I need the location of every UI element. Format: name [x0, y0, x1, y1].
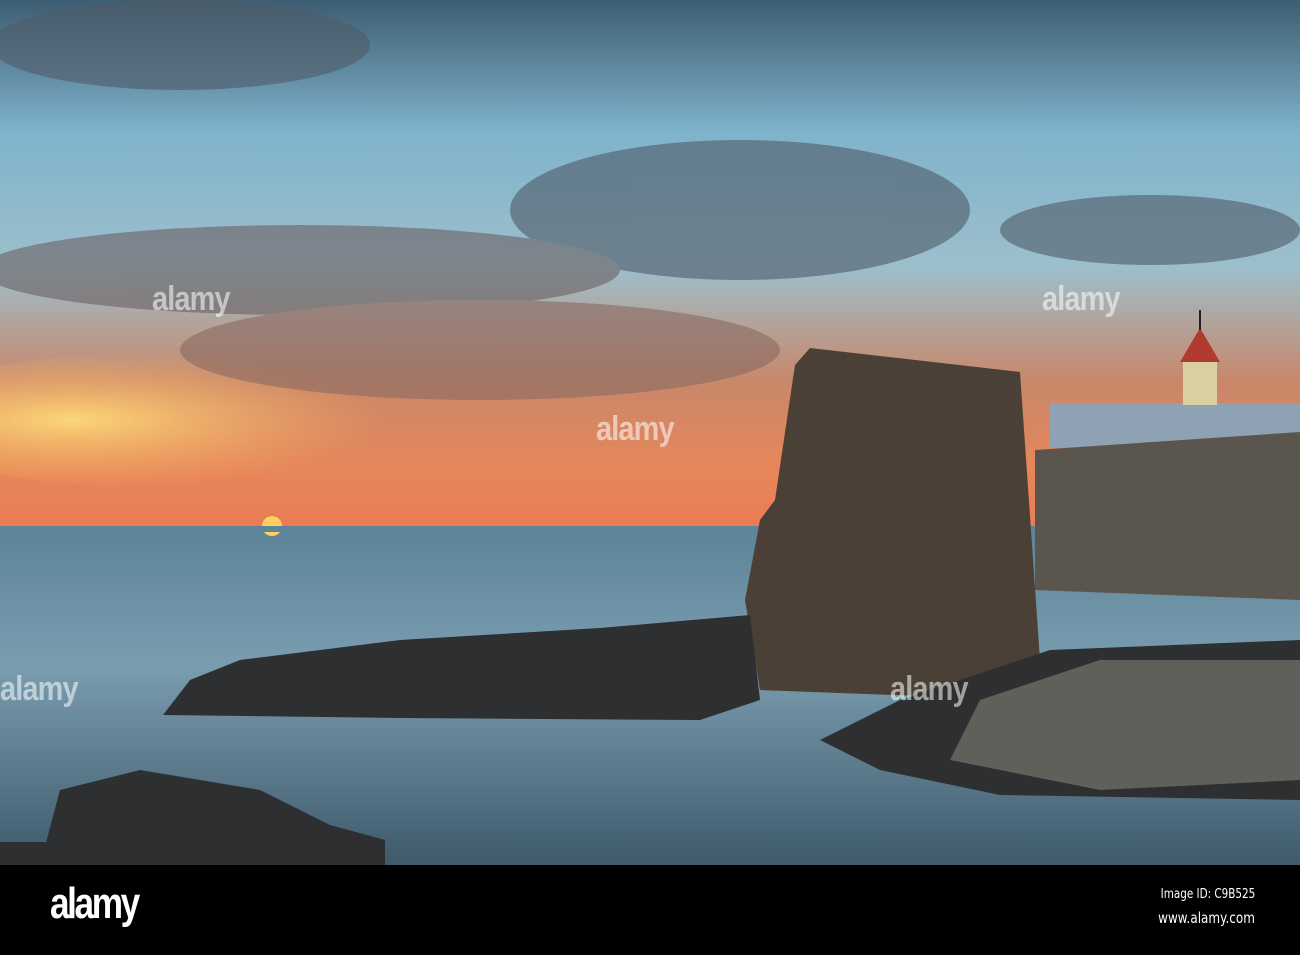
- alamy-logo: alamy: [50, 879, 140, 928]
- image-id: Image ID: C9B525: [1160, 887, 1255, 902]
- watermark: alamy: [596, 410, 675, 448]
- watermark: alamy: [1042, 280, 1121, 318]
- watermark: alamy: [152, 280, 231, 318]
- footer-bar: alamy Image ID: C9B525 www.alamy.com: [0, 865, 1300, 955]
- watermark: alamy: [890, 670, 969, 708]
- sea-wall: [1035, 432, 1300, 600]
- site-url: www.alamy.com: [1158, 909, 1255, 927]
- watermark: alamy: [0, 670, 79, 708]
